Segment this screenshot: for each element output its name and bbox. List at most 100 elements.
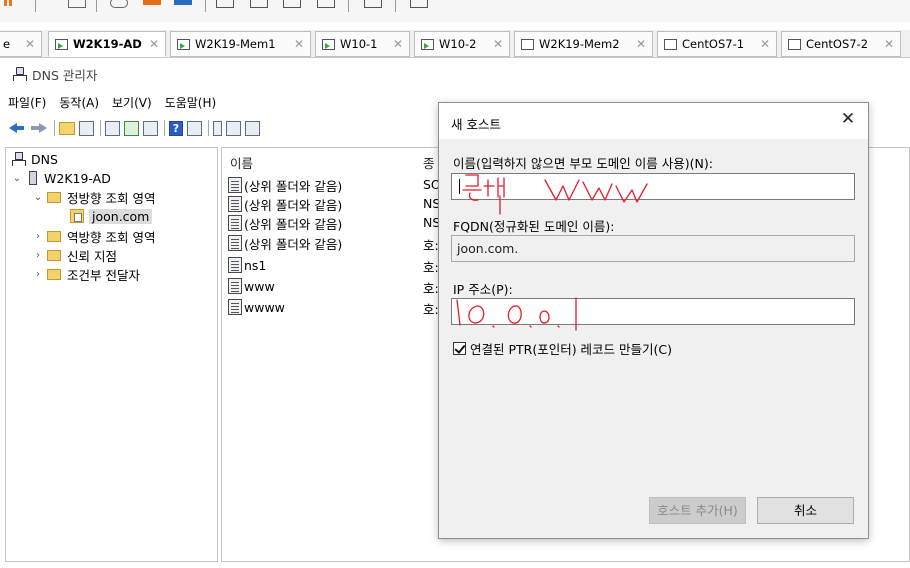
chevron-down-icon[interactable]: ⌄: [11, 173, 23, 184]
close-icon[interactable]: ✕: [838, 109, 858, 129]
record-name: (상위 폴더와 같음): [244, 236, 343, 252]
up-folder-icon[interactable]: [59, 121, 75, 135]
tree-item-trust-points[interactable]: › 신뢰 지점: [32, 246, 117, 264]
unity-icon[interactable]: [250, 0, 268, 8]
tab-label: W10-2: [439, 37, 477, 51]
tab-w2k19-mem2[interactable]: W2K19-Mem2 ✕: [514, 31, 653, 57]
snapshot-manager-icon[interactable]: [174, 0, 192, 5]
revert-snapshot-icon[interactable]: [143, 0, 161, 5]
terminal-icon[interactable]: [364, 0, 382, 8]
tree-label: 역방향 조회 영역: [67, 229, 156, 245]
close-icon[interactable]: ✕: [493, 37, 503, 51]
folder-icon: [47, 191, 61, 203]
back-icon[interactable]: [8, 120, 26, 136]
vm-off-icon: [521, 38, 534, 50]
cancel-button[interactable]: 취소: [757, 497, 854, 524]
tab-w2k19-mem1[interactable]: W2K19-Mem1 ✕: [170, 31, 311, 57]
fit-guest-icon[interactable]: [317, 0, 335, 8]
close-icon[interactable]: ✕: [636, 37, 646, 51]
dns-icon: [11, 152, 26, 166]
folder-icon: [47, 249, 61, 261]
menu-file[interactable]: 파일(F): [8, 94, 46, 111]
export-list-icon[interactable]: [143, 120, 158, 136]
close-icon[interactable]: ✕: [393, 37, 403, 51]
menu-bar: 파일(F) 동작(A) 보기(V) 도움말(H): [8, 92, 229, 112]
fqdn-field: joon.com.: [451, 235, 855, 262]
tab-label: CentOS7-1: [682, 37, 745, 51]
tree-label: joon.com: [89, 208, 153, 224]
list-item[interactable]: (상위 폴더와 같음): [228, 214, 342, 232]
tree-item-reverse-zone[interactable]: › 역방향 조회 영역: [32, 227, 155, 245]
tree-item-conditional-forwarders[interactable]: › 조건부 전달자: [32, 265, 140, 283]
list-item[interactable]: www: [228, 277, 275, 295]
tab-label: W10-1: [340, 37, 378, 51]
close-icon[interactable]: ✕: [294, 37, 304, 51]
toolbar-separator: [348, 0, 349, 12]
tree-item-server[interactable]: ⌄ W2K19-AD: [11, 169, 111, 187]
tab-partial[interactable]: e ✕: [0, 31, 42, 57]
toolbar-separator: [100, 120, 101, 136]
tab-w10-1[interactable]: W10-1 ✕: [315, 31, 410, 57]
list-item[interactable]: ns1: [228, 256, 266, 274]
record-icon: [228, 215, 242, 231]
tab-w10-2[interactable]: W10-2 ✕: [414, 31, 510, 57]
forward-icon[interactable]: [30, 120, 48, 136]
close-icon[interactable]: ✕: [25, 37, 35, 51]
name-label: 이름(입력하지 않으면 부모 도메인 이름 사용)(N):: [453, 156, 713, 171]
chevron-right-icon[interactable]: ›: [32, 269, 44, 280]
host-name-input[interactable]: [451, 173, 855, 200]
record-type: 호:: [423, 260, 439, 275]
close-icon[interactable]: ✕: [149, 37, 159, 51]
close-icon[interactable]: ✕: [760, 37, 770, 51]
tab-w2k19-ad[interactable]: W2K19-AD ✕: [48, 31, 166, 57]
record-icon[interactable]: [226, 120, 241, 136]
menu-action[interactable]: 동작(A): [59, 94, 99, 111]
list-item[interactable]: (상위 폴더와 같음): [228, 234, 342, 252]
list-item[interactable]: wwww: [228, 298, 285, 316]
refresh-icon[interactable]: [124, 120, 139, 136]
tree-item-zone[interactable]: joon.com: [70, 207, 153, 225]
toolbar-separator: [205, 0, 206, 12]
record-icon: [228, 235, 242, 251]
pause-icon[interactable]: [2, 0, 20, 10]
dialog-title: 새 호스트: [451, 117, 501, 132]
properties-icon[interactable]: [105, 120, 120, 136]
tab-centos7-1[interactable]: CentOS7-1 ✕: [657, 31, 777, 57]
record-icon: [228, 278, 242, 294]
folder-icon: [47, 230, 61, 242]
list-item[interactable]: (상위 폴더와 같음): [228, 195, 342, 213]
view-dropdown-icon[interactable]: [410, 0, 428, 8]
tree-item-dns[interactable]: DNS: [11, 150, 58, 168]
zone-icon[interactable]: [245, 120, 260, 136]
vm-off-icon: [788, 38, 801, 50]
chevron-right-icon[interactable]: ›: [32, 250, 44, 261]
menu-help[interactable]: 도움말(H): [165, 94, 217, 111]
tree-item-forward-zone[interactable]: ⌄ 정방향 조회 영역: [32, 188, 156, 206]
record-type: 호:: [423, 281, 439, 296]
ptr-checkbox-row[interactable]: 연결된 PTR(포인터) 레코드 만들기(C): [453, 339, 672, 358]
action-pane-icon[interactable]: [187, 120, 202, 136]
console-view-icon[interactable]: [283, 0, 301, 8]
column-header-type[interactable]: 종: [423, 153, 435, 172]
menu-view[interactable]: 보기(V): [112, 94, 152, 111]
window-title: DNS 관리자: [12, 64, 97, 84]
tab-centos7-2[interactable]: CentOS7-2 ✕: [781, 31, 901, 57]
add-host-button[interactable]: 호스트 추가(H): [649, 497, 746, 524]
record-icon: [228, 196, 242, 212]
record-name: (상위 폴더와 같음): [244, 197, 343, 213]
tab-label-partial: e: [3, 37, 11, 51]
close-icon[interactable]: ✕: [884, 37, 894, 51]
send-keys-icon[interactable]: [68, 0, 86, 8]
chevron-down-icon[interactable]: ⌄: [32, 192, 44, 203]
full-screen-icon[interactable]: [216, 0, 234, 8]
ptr-checkbox[interactable]: [453, 342, 466, 355]
chevron-right-icon[interactable]: ›: [32, 231, 44, 242]
window-title-text: DNS 관리자: [32, 67, 98, 83]
snapshot-icon[interactable]: [110, 0, 128, 8]
ip-address-input[interactable]: [451, 298, 855, 325]
server-icon[interactable]: [213, 120, 222, 136]
column-header-name[interactable]: 이름: [230, 153, 253, 172]
help-icon[interactable]: ?: [169, 120, 183, 136]
list-item[interactable]: (상위 폴더와 같음): [228, 176, 342, 194]
show-hide-tree-icon[interactable]: [79, 120, 94, 136]
